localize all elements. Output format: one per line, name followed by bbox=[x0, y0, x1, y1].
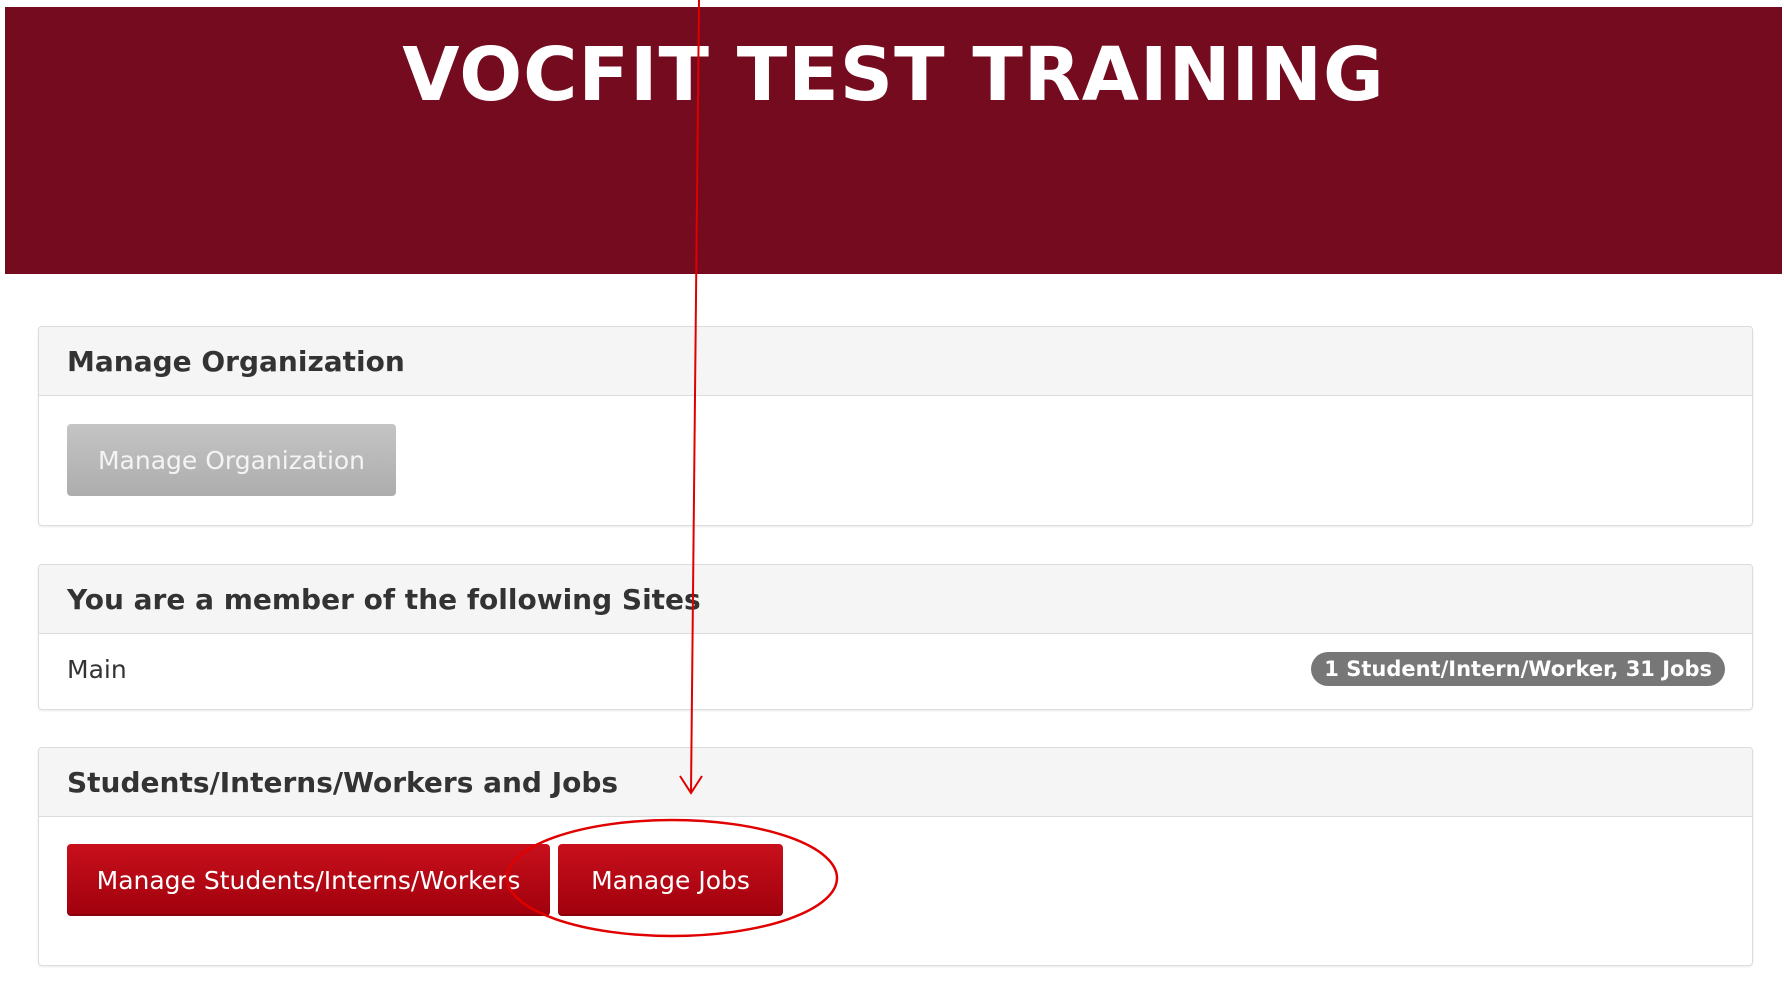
site-name: Main bbox=[67, 655, 127, 684]
manage-students-button[interactable]: Manage Students/Interns/Workers bbox=[67, 844, 550, 916]
students-jobs-panel: Students/Interns/Workers and Jobs Manage… bbox=[38, 747, 1753, 966]
page-title: VOCFIT TEST TRAINING bbox=[402, 32, 1385, 118]
manage-organization-heading: Manage Organization bbox=[39, 327, 1752, 396]
manage-jobs-button[interactable]: Manage Jobs bbox=[558, 844, 783, 916]
manage-organization-panel: Manage Organization Manage Organization bbox=[38, 326, 1753, 526]
header-banner: VOCFIT TEST TRAINING bbox=[5, 7, 1782, 274]
manage-organization-button[interactable]: Manage Organization bbox=[67, 424, 396, 496]
sites-heading: You are a member of the following Sites bbox=[39, 565, 1752, 634]
sites-panel: You are a member of the following Sites … bbox=[38, 564, 1753, 710]
site-count-badge: 1 Student/Intern/Worker, 31 Jobs bbox=[1311, 652, 1725, 686]
site-row: Main 1 Student/Intern/Worker, 31 Jobs bbox=[39, 634, 1752, 709]
students-jobs-heading: Students/Interns/Workers and Jobs bbox=[39, 748, 1752, 817]
